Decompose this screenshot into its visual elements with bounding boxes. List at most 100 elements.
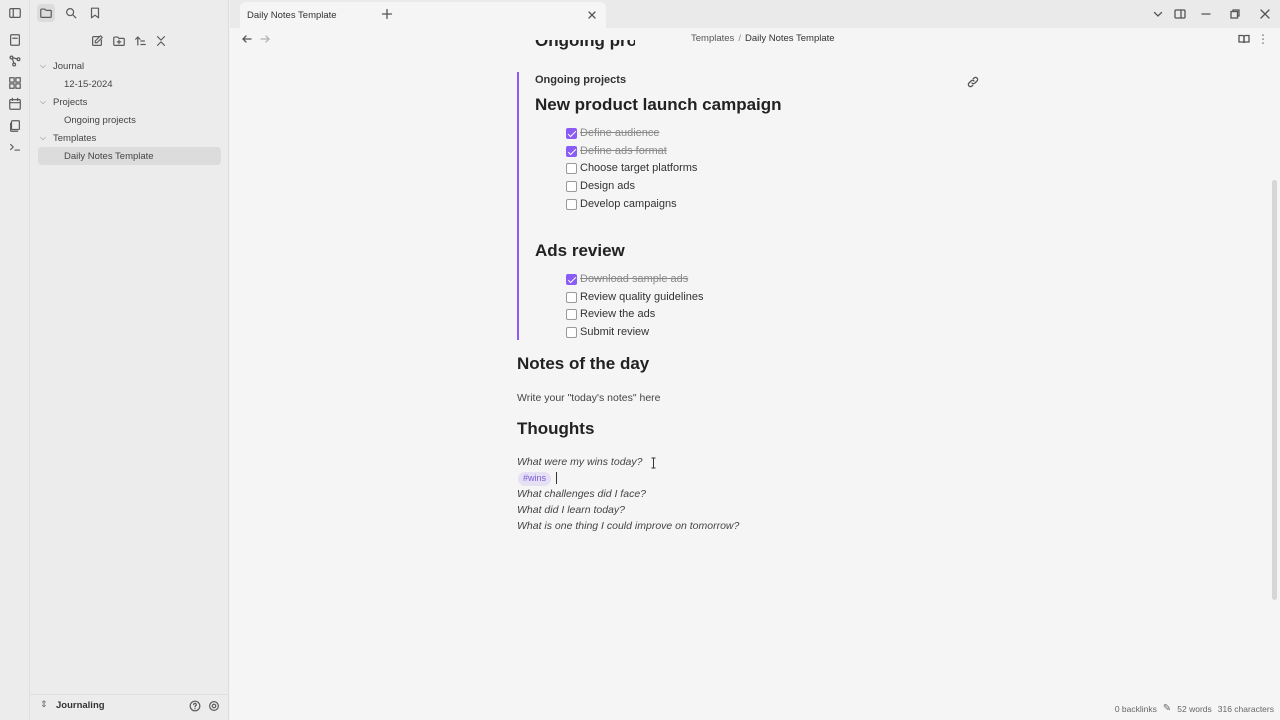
question-challenges[interactable]: What challenges did I face? <box>517 488 646 500</box>
task-item[interactable]: Review the ads <box>566 308 655 320</box>
checkbox[interactable] <box>566 180 577 192</box>
notes-heading: Notes of the day <box>517 354 650 373</box>
status-bar: 0 backlinks ✎ 52 words 316 characters <box>1115 703 1274 714</box>
breadcrumb-separator: / <box>738 33 741 44</box>
tree-item-label: 12-15-2024 <box>64 78 113 90</box>
window-close-icon[interactable] <box>1259 8 1271 20</box>
embed-title[interactable]: Ongoing projects <box>535 74 626 86</box>
task-label: Review the ads <box>580 308 656 320</box>
section-heading-ads-review: Ads review <box>535 241 625 260</box>
tree-folder-projects[interactable]: ⌵ Projects <box>40 93 220 111</box>
new-note-icon[interactable] <box>88 32 106 50</box>
daily-note-icon[interactable] <box>6 31 24 49</box>
backlinks-count[interactable]: 0 backlinks <box>1115 704 1157 714</box>
vault-switch-icon[interactable]: ⇕ <box>40 699 48 710</box>
clipped-heading: Ongoing projects <box>535 40 635 50</box>
files-icon[interactable] <box>37 4 55 22</box>
search-icon[interactable] <box>62 4 80 22</box>
character-count: 316 characters <box>1217 703 1274 714</box>
forward-arrow-icon[interactable] <box>259 33 271 45</box>
checkbox[interactable] <box>566 198 577 210</box>
task-item[interactable]: Define audience <box>566 127 660 139</box>
task-item[interactable]: Develop campaigns <box>566 198 677 210</box>
question-learn[interactable]: What did I learn today? <box>517 504 625 516</box>
vault-switcher-bar: ⇕ Journaling <box>30 694 229 716</box>
task-item[interactable]: Submit review <box>566 326 649 338</box>
task-item[interactable]: Define ads format <box>566 145 667 157</box>
sidebar-toggle-icon[interactable] <box>6 4 24 22</box>
task-label: Design ads <box>580 180 636 192</box>
chevron-down-icon: ⌵ <box>40 97 47 106</box>
canvas-icon[interactable] <box>6 74 24 92</box>
checkbox-checked[interactable] <box>566 273 577 285</box>
task-label: Choose target platforms <box>580 162 698 174</box>
task-item[interactable]: Design ads <box>566 180 635 192</box>
checkbox-checked[interactable] <box>566 127 577 139</box>
notes-placeholder-text[interactable]: Write your "today's notes" here <box>517 392 661 404</box>
edit-mode-icon[interactable]: ✎ <box>1163 703 1171 714</box>
tree-item-label: Templates <box>53 132 97 144</box>
terminal-icon[interactable] <box>6 138 24 156</box>
back-arrow-icon[interactable] <box>241 33 253 45</box>
task-label: Develop campaigns <box>580 198 677 210</box>
reading-view-icon[interactable] <box>1238 33 1250 45</box>
task-label: Define ads format <box>580 145 667 157</box>
graph-view-icon[interactable] <box>6 52 24 70</box>
tree-item-label: Ongoing projects <box>64 114 136 126</box>
collapse-all-icon[interactable] <box>152 32 170 50</box>
tree-item-label: Journal <box>53 60 85 72</box>
tree-file-12-15-2024[interactable]: 12-15-2024 <box>64 75 220 93</box>
checkbox[interactable] <box>566 291 577 303</box>
checkbox[interactable] <box>566 162 577 174</box>
new-tab-icon[interactable] <box>381 8 393 20</box>
breadcrumb-folder[interactable]: Templates <box>691 33 734 44</box>
tab-bar: Daily Notes Template <box>230 0 1280 28</box>
minimize-icon[interactable] <box>1200 8 1212 20</box>
checkbox[interactable] <box>566 326 577 338</box>
chevron-down-icon: ⌵ <box>40 133 47 142</box>
templates-icon[interactable] <box>6 117 24 135</box>
task-item[interactable]: Download sample ads <box>566 273 688 285</box>
chevron-down-icon: ⌵ <box>40 61 47 70</box>
scrollbar[interactable] <box>1272 180 1277 600</box>
section-heading-campaign: New product launch campaign <box>535 95 782 114</box>
settings-gear-icon[interactable] <box>205 697 223 715</box>
caret <box>556 472 557 484</box>
vault-name[interactable]: Journaling <box>56 700 105 711</box>
left-ribbon <box>0 0 30 720</box>
close-icon[interactable] <box>586 9 598 21</box>
breadcrumb-current[interactable]: Daily Notes Template <box>745 33 835 44</box>
breadcrumb: Templates / Daily Notes Template <box>691 33 835 44</box>
text-cursor-icon <box>650 457 657 469</box>
bookmark-icon[interactable] <box>86 4 104 22</box>
tree-item-label: Projects <box>53 96 88 108</box>
new-folder-icon[interactable] <box>110 32 128 50</box>
help-icon[interactable] <box>186 697 204 715</box>
more-options-icon[interactable] <box>1257 33 1269 45</box>
tree-file-daily-notes-template[interactable]: Daily Notes Template <box>38 147 221 165</box>
tab-daily-notes-template[interactable]: Daily Notes Template <box>240 2 606 28</box>
checkbox[interactable] <box>566 308 577 320</box>
thoughts-heading: Thoughts <box>517 419 595 438</box>
sort-icon[interactable] <box>131 32 149 50</box>
link-icon[interactable] <box>967 76 979 88</box>
tree-folder-templates[interactable]: ⌵ Templates <box>40 129 220 147</box>
word-count: 52 words <box>1177 703 1212 714</box>
task-item[interactable]: Choose target platforms <box>566 162 697 174</box>
task-label: Download sample ads <box>580 273 689 285</box>
task-label: Review quality guidelines <box>580 291 704 303</box>
question-wins[interactable]: What were my wins today? <box>517 456 642 468</box>
tab-list-chevron-icon[interactable] <box>1152 8 1164 20</box>
checkbox-checked[interactable] <box>566 145 577 157</box>
task-item[interactable]: Review quality guidelines <box>566 291 704 303</box>
right-sidebar-toggle-icon[interactable] <box>1174 8 1186 20</box>
restore-icon[interactable] <box>1229 8 1241 20</box>
tree-item-label: Daily Notes Template <box>64 150 154 162</box>
calendar-icon[interactable] <box>6 95 24 113</box>
question-improve[interactable]: What is one thing I could improve on tom… <box>517 520 739 532</box>
tree-folder-journal[interactable]: ⌵ Journal <box>40 57 220 75</box>
task-label: Define audience <box>580 127 660 139</box>
tag-wins[interactable]: #wins <box>518 472 552 486</box>
tab-label: Daily Notes Template <box>247 9 337 21</box>
tree-file-ongoing-projects[interactable]: Ongoing projects <box>64 111 220 129</box>
